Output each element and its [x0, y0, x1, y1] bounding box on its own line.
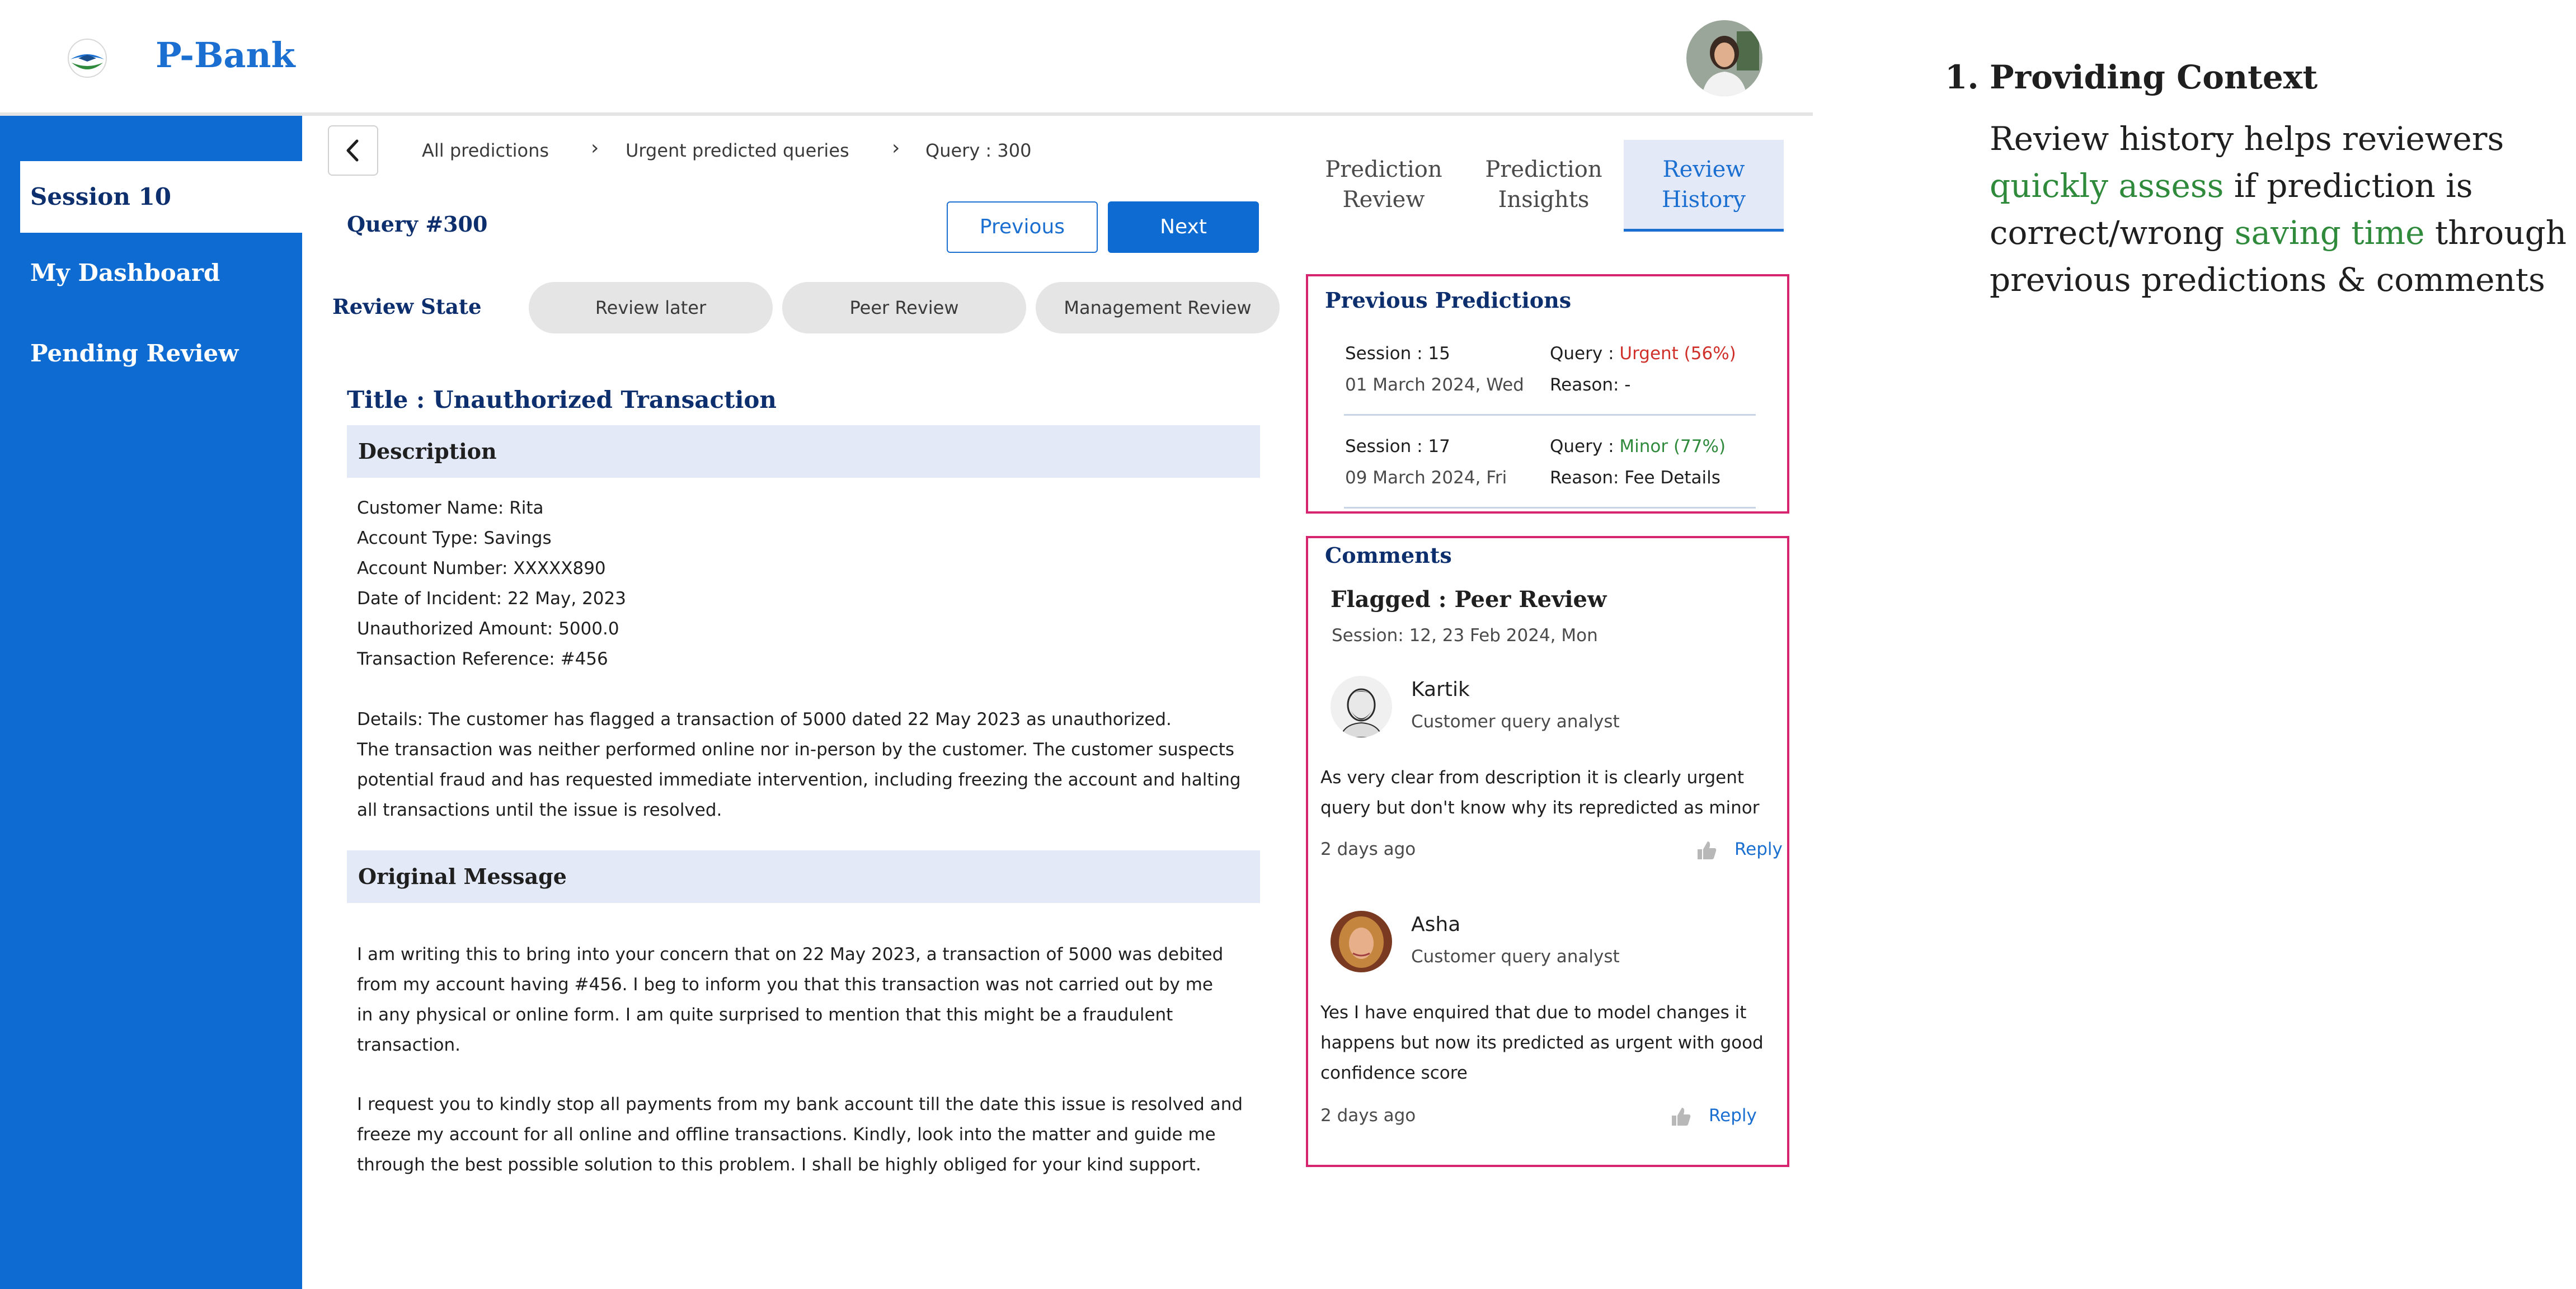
tab-prediction-review[interactable]: Prediction Review [1304, 140, 1464, 215]
annotation-number: 1. [1945, 58, 1979, 96]
breadcrumb-item-query: Query : 300 [925, 140, 1032, 161]
reply-button[interactable]: Reply [1709, 1105, 1757, 1126]
bank-logo-icon [68, 39, 107, 78]
tab-label: History [1661, 187, 1746, 213]
prediction-session: Session : 15 [1345, 344, 1450, 364]
annotation-highlight: quickly assess [1990, 167, 2224, 205]
chevron-left-icon [346, 139, 359, 162]
comment-time: 2 days ago [1320, 839, 1416, 859]
tab-label: Insights [1498, 187, 1590, 213]
annotation-line: quickly assess if prediction is [1990, 167, 2473, 205]
details-line: Details: The customer has flagged a tran… [357, 709, 1172, 730]
annotation-heading: Providing Context [1990, 58, 2318, 96]
original-message-line: freeze my account for all online and off… [357, 1125, 1216, 1145]
divider [1344, 414, 1756, 416]
sidebar-item-session[interactable]: Session 10 [20, 161, 302, 233]
state-peer-review-button[interactable]: Peer Review [782, 282, 1026, 333]
original-message-heading: Original Message [347, 850, 1260, 903]
avatar [1331, 911, 1392, 972]
comments-heading: Comments [1325, 543, 1452, 568]
comment-text: query but don't know why its repredicted… [1320, 798, 1760, 818]
details-line: potential fraud and has requested immedi… [357, 770, 1241, 790]
description-field: Transaction Reference: #456 [357, 649, 608, 669]
sidebar: Session 10 My Dashboard Pending Review [0, 116, 302, 1289]
description-field: Date of Incident: 22 May, 2023 [357, 589, 626, 609]
annotation-line: previous predictions & comments [1990, 261, 2545, 299]
annotation-line: Review history helps reviewers [1990, 120, 2504, 158]
original-message-line: from my account having #456. I beg to in… [357, 975, 1213, 995]
query-title: Query #300 [347, 211, 488, 237]
comment-author: Asha [1411, 913, 1461, 936]
details-line: all transactions until the issue is reso… [357, 800, 722, 820]
user-avatar[interactable] [1686, 20, 1762, 96]
previous-button[interactable]: Previous [947, 201, 1098, 253]
state-management-review-button[interactable]: Management Review [1036, 282, 1280, 333]
annotation-highlight: saving time [2234, 214, 2425, 252]
tab-label: Review [1342, 187, 1425, 213]
sidebar-item-pending-review[interactable]: Pending Review [0, 340, 302, 367]
prediction-date: 01 March 2024, Wed [1345, 375, 1524, 395]
comment-author-role: Customer query analyst [1411, 947, 1620, 967]
state-review-later-button[interactable]: Review later [529, 282, 773, 333]
annotation-text: correct/wrong [1990, 214, 2235, 252]
review-state-label: Review State [332, 294, 482, 319]
comment-author-role: Customer query analyst [1411, 712, 1620, 732]
brand-name: P-Bank [156, 35, 295, 76]
thumbs-up-icon[interactable] [1670, 1105, 1692, 1128]
annotation-text: through [2424, 214, 2567, 252]
original-message-line: through the best possible solution to th… [357, 1155, 1201, 1175]
comment-session-info: Session: 12, 23 Feb 2024, Mon [1332, 625, 1598, 646]
reply-button[interactable]: Reply [1734, 839, 1783, 859]
original-message-line: in any physical or online form. I am qui… [357, 1005, 1173, 1025]
details-line: The transaction was neither performed on… [357, 740, 1235, 760]
thumbs-up-icon[interactable] [1695, 839, 1718, 862]
description-field: Account Number: XXXXX890 [357, 558, 606, 578]
back-button[interactable] [328, 125, 378, 176]
prediction-query-label: Query : [1550, 436, 1620, 457]
tab-label: Review [1662, 157, 1745, 182]
comments-panel: Comments Flagged : Peer Review Session: … [1306, 536, 1789, 1167]
comment-text: confidence score [1320, 1063, 1468, 1083]
description-field: Account Type: Savings [357, 528, 552, 548]
annotation-text: if prediction is [2224, 167, 2473, 205]
chevron-right-icon: › [892, 137, 900, 159]
annotation-line: correct/wrong saving time through [1990, 214, 2566, 252]
description-field: Customer Name: Rita [357, 498, 544, 518]
sidebar-item-dashboard[interactable]: My Dashboard [0, 259, 302, 286]
comment-text: happens but now its predicted as urgent … [1320, 1033, 1764, 1053]
original-message-line: transaction. [357, 1035, 460, 1055]
previous-predictions-panel: Previous Predictions Session : 15 01 Mar… [1306, 274, 1789, 514]
tab-review-history[interactable]: Review History [1624, 140, 1784, 232]
description-field: Unauthorized Amount: 5000.0 [357, 619, 619, 639]
prediction-query: Query : Minor (77%) [1550, 436, 1726, 457]
avatar [1331, 676, 1392, 737]
original-message-line: I am writing this to bring into your con… [357, 944, 1224, 965]
description-heading: Description [347, 425, 1260, 478]
breadcrumb-item-all[interactable]: All predictions [422, 140, 549, 161]
tab-label: Prediction [1485, 157, 1602, 182]
prediction-query-value: Urgent (56%) [1619, 344, 1736, 364]
next-button[interactable]: Next [1108, 201, 1259, 253]
comment-author: Kartik [1411, 678, 1470, 701]
tab-label: Prediction [1325, 157, 1442, 182]
prediction-query: Query : Urgent (56%) [1550, 344, 1736, 364]
breadcrumb-item-urgent[interactable]: Urgent predicted queries [626, 140, 849, 161]
comment-text: As very clear from description it is cle… [1320, 768, 1745, 788]
original-message-line: I request you to kindly stop all payment… [357, 1094, 1243, 1114]
query-subject-title: Title : Unauthorized Transaction [347, 386, 777, 413]
comment-time: 2 days ago [1320, 1105, 1416, 1126]
prediction-date: 09 March 2024, Fri [1345, 468, 1507, 488]
prediction-reason: Reason: - [1550, 375, 1631, 395]
app-header: P-Bank [0, 0, 1813, 116]
prediction-query-value: Minor (77%) [1619, 436, 1726, 457]
flag-status: Flagged : Peer Review [1331, 586, 1607, 613]
prediction-session: Session : 17 [1345, 436, 1450, 457]
tab-prediction-insights[interactable]: Prediction Insights [1464, 140, 1624, 215]
chevron-right-icon: › [591, 137, 599, 159]
prediction-reason: Reason: Fee Details [1550, 468, 1721, 488]
comment-text: Yes I have enquired that due to model ch… [1320, 1003, 1747, 1023]
divider [1344, 507, 1756, 509]
previous-predictions-heading: Previous Predictions [1325, 288, 1572, 313]
prediction-query-label: Query : [1550, 344, 1620, 364]
